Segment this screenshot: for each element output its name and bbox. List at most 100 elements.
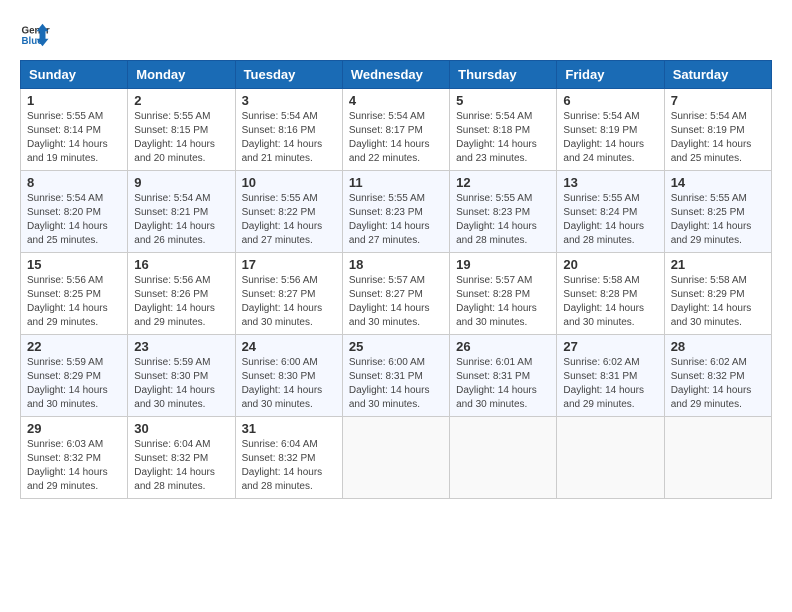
calendar-cell: 10 Sunrise: 5:55 AMSunset: 8:22 PMDaylig… (235, 171, 342, 253)
calendar-cell: 12 Sunrise: 5:55 AMSunset: 8:23 PMDaylig… (450, 171, 557, 253)
day-info: Sunrise: 6:00 AMSunset: 8:31 PMDaylight:… (349, 356, 443, 412)
day-number: 28 (671, 339, 765, 354)
day-number: 16 (134, 257, 228, 272)
day-info: Sunrise: 5:58 AMSunset: 8:28 PMDaylight:… (563, 274, 657, 330)
calendar-cell: 31 Sunrise: 6:04 AMSunset: 8:32 PMDaylig… (235, 417, 342, 499)
day-number: 7 (671, 93, 765, 108)
day-info: Sunrise: 6:02 AMSunset: 8:31 PMDaylight:… (563, 356, 657, 412)
calendar-cell: 8 Sunrise: 5:54 AMSunset: 8:20 PMDayligh… (21, 171, 128, 253)
day-info: Sunrise: 5:54 AMSunset: 8:18 PMDaylight:… (456, 110, 550, 166)
day-number: 8 (27, 175, 121, 190)
day-number: 3 (242, 93, 336, 108)
day-number: 31 (242, 421, 336, 436)
calendar-cell: 17 Sunrise: 5:56 AMSunset: 8:27 PMDaylig… (235, 253, 342, 335)
day-number: 23 (134, 339, 228, 354)
calendar-cell: 25 Sunrise: 6:00 AMSunset: 8:31 PMDaylig… (342, 335, 449, 417)
calendar-cell: 11 Sunrise: 5:55 AMSunset: 8:23 PMDaylig… (342, 171, 449, 253)
day-info: Sunrise: 5:55 AMSunset: 8:14 PMDaylight:… (27, 110, 121, 166)
calendar-table: SundayMondayTuesdayWednesdayThursdayFrid… (20, 60, 772, 499)
day-number: 2 (134, 93, 228, 108)
calendar-cell: 27 Sunrise: 6:02 AMSunset: 8:31 PMDaylig… (557, 335, 664, 417)
day-number: 19 (456, 257, 550, 272)
calendar-cell: 24 Sunrise: 6:00 AMSunset: 8:30 PMDaylig… (235, 335, 342, 417)
day-info: Sunrise: 5:55 AMSunset: 8:22 PMDaylight:… (242, 192, 336, 248)
calendar-cell: 9 Sunrise: 5:54 AMSunset: 8:21 PMDayligh… (128, 171, 235, 253)
day-number: 11 (349, 175, 443, 190)
day-info: Sunrise: 6:01 AMSunset: 8:31 PMDaylight:… (456, 356, 550, 412)
calendar-cell: 19 Sunrise: 5:57 AMSunset: 8:28 PMDaylig… (450, 253, 557, 335)
calendar-cell: 21 Sunrise: 5:58 AMSunset: 8:29 PMDaylig… (664, 253, 771, 335)
day-info: Sunrise: 5:57 AMSunset: 8:28 PMDaylight:… (456, 274, 550, 330)
day-info: Sunrise: 5:55 AMSunset: 8:23 PMDaylight:… (456, 192, 550, 248)
day-number: 1 (27, 93, 121, 108)
logo-icon: General Blue (20, 20, 50, 50)
calendar-cell: 13 Sunrise: 5:55 AMSunset: 8:24 PMDaylig… (557, 171, 664, 253)
day-number: 6 (563, 93, 657, 108)
calendar-cell: 30 Sunrise: 6:04 AMSunset: 8:32 PMDaylig… (128, 417, 235, 499)
day-number: 10 (242, 175, 336, 190)
calendar-cell: 7 Sunrise: 5:54 AMSunset: 8:19 PMDayligh… (664, 89, 771, 171)
day-number: 12 (456, 175, 550, 190)
calendar-cell: 26 Sunrise: 6:01 AMSunset: 8:31 PMDaylig… (450, 335, 557, 417)
day-info: Sunrise: 5:55 AMSunset: 8:15 PMDaylight:… (134, 110, 228, 166)
day-info: Sunrise: 5:54 AMSunset: 8:17 PMDaylight:… (349, 110, 443, 166)
day-number: 13 (563, 175, 657, 190)
day-info: Sunrise: 6:00 AMSunset: 8:30 PMDaylight:… (242, 356, 336, 412)
day-number: 5 (456, 93, 550, 108)
calendar-cell (664, 417, 771, 499)
day-number: 21 (671, 257, 765, 272)
calendar-cell: 18 Sunrise: 5:57 AMSunset: 8:27 PMDaylig… (342, 253, 449, 335)
day-info: Sunrise: 5:54 AMSunset: 8:21 PMDaylight:… (134, 192, 228, 248)
calendar-cell: 28 Sunrise: 6:02 AMSunset: 8:32 PMDaylig… (664, 335, 771, 417)
day-info: Sunrise: 5:54 AMSunset: 8:20 PMDaylight:… (27, 192, 121, 248)
day-number: 9 (134, 175, 228, 190)
calendar-cell (342, 417, 449, 499)
calendar-cell: 3 Sunrise: 5:54 AMSunset: 8:16 PMDayligh… (235, 89, 342, 171)
calendar-cell: 2 Sunrise: 5:55 AMSunset: 8:15 PMDayligh… (128, 89, 235, 171)
day-number: 26 (456, 339, 550, 354)
weekday-header: Monday (128, 61, 235, 89)
day-info: Sunrise: 5:58 AMSunset: 8:29 PMDaylight:… (671, 274, 765, 330)
day-number: 15 (27, 257, 121, 272)
calendar-cell: 22 Sunrise: 5:59 AMSunset: 8:29 PMDaylig… (21, 335, 128, 417)
day-info: Sunrise: 6:03 AMSunset: 8:32 PMDaylight:… (27, 438, 121, 494)
weekday-header: Sunday (21, 61, 128, 89)
calendar-cell: 5 Sunrise: 5:54 AMSunset: 8:18 PMDayligh… (450, 89, 557, 171)
day-number: 22 (27, 339, 121, 354)
day-info: Sunrise: 5:54 AMSunset: 8:16 PMDaylight:… (242, 110, 336, 166)
day-info: Sunrise: 5:55 AMSunset: 8:23 PMDaylight:… (349, 192, 443, 248)
page-header: General Blue (20, 20, 772, 50)
calendar-cell (557, 417, 664, 499)
calendar-cell: 16 Sunrise: 5:56 AMSunset: 8:26 PMDaylig… (128, 253, 235, 335)
day-number: 4 (349, 93, 443, 108)
day-info: Sunrise: 5:56 AMSunset: 8:27 PMDaylight:… (242, 274, 336, 330)
day-info: Sunrise: 6:02 AMSunset: 8:32 PMDaylight:… (671, 356, 765, 412)
calendar-cell: 1 Sunrise: 5:55 AMSunset: 8:14 PMDayligh… (21, 89, 128, 171)
day-info: Sunrise: 6:04 AMSunset: 8:32 PMDaylight:… (134, 438, 228, 494)
calendar-cell: 15 Sunrise: 5:56 AMSunset: 8:25 PMDaylig… (21, 253, 128, 335)
day-info: Sunrise: 5:59 AMSunset: 8:30 PMDaylight:… (134, 356, 228, 412)
calendar-cell: 29 Sunrise: 6:03 AMSunset: 8:32 PMDaylig… (21, 417, 128, 499)
day-number: 27 (563, 339, 657, 354)
weekday-header: Saturday (664, 61, 771, 89)
day-info: Sunrise: 5:54 AMSunset: 8:19 PMDaylight:… (563, 110, 657, 166)
day-number: 29 (27, 421, 121, 436)
day-number: 14 (671, 175, 765, 190)
day-number: 24 (242, 339, 336, 354)
calendar-cell: 23 Sunrise: 5:59 AMSunset: 8:30 PMDaylig… (128, 335, 235, 417)
day-info: Sunrise: 5:55 AMSunset: 8:24 PMDaylight:… (563, 192, 657, 248)
weekday-header: Thursday (450, 61, 557, 89)
day-info: Sunrise: 5:54 AMSunset: 8:19 PMDaylight:… (671, 110, 765, 166)
calendar-cell: 6 Sunrise: 5:54 AMSunset: 8:19 PMDayligh… (557, 89, 664, 171)
day-info: Sunrise: 6:04 AMSunset: 8:32 PMDaylight:… (242, 438, 336, 494)
day-info: Sunrise: 5:56 AMSunset: 8:26 PMDaylight:… (134, 274, 228, 330)
calendar-cell: 20 Sunrise: 5:58 AMSunset: 8:28 PMDaylig… (557, 253, 664, 335)
weekday-header: Friday (557, 61, 664, 89)
day-number: 17 (242, 257, 336, 272)
day-info: Sunrise: 5:55 AMSunset: 8:25 PMDaylight:… (671, 192, 765, 248)
calendar-cell (450, 417, 557, 499)
day-number: 20 (563, 257, 657, 272)
calendar-cell: 4 Sunrise: 5:54 AMSunset: 8:17 PMDayligh… (342, 89, 449, 171)
day-number: 25 (349, 339, 443, 354)
calendar-cell: 14 Sunrise: 5:55 AMSunset: 8:25 PMDaylig… (664, 171, 771, 253)
